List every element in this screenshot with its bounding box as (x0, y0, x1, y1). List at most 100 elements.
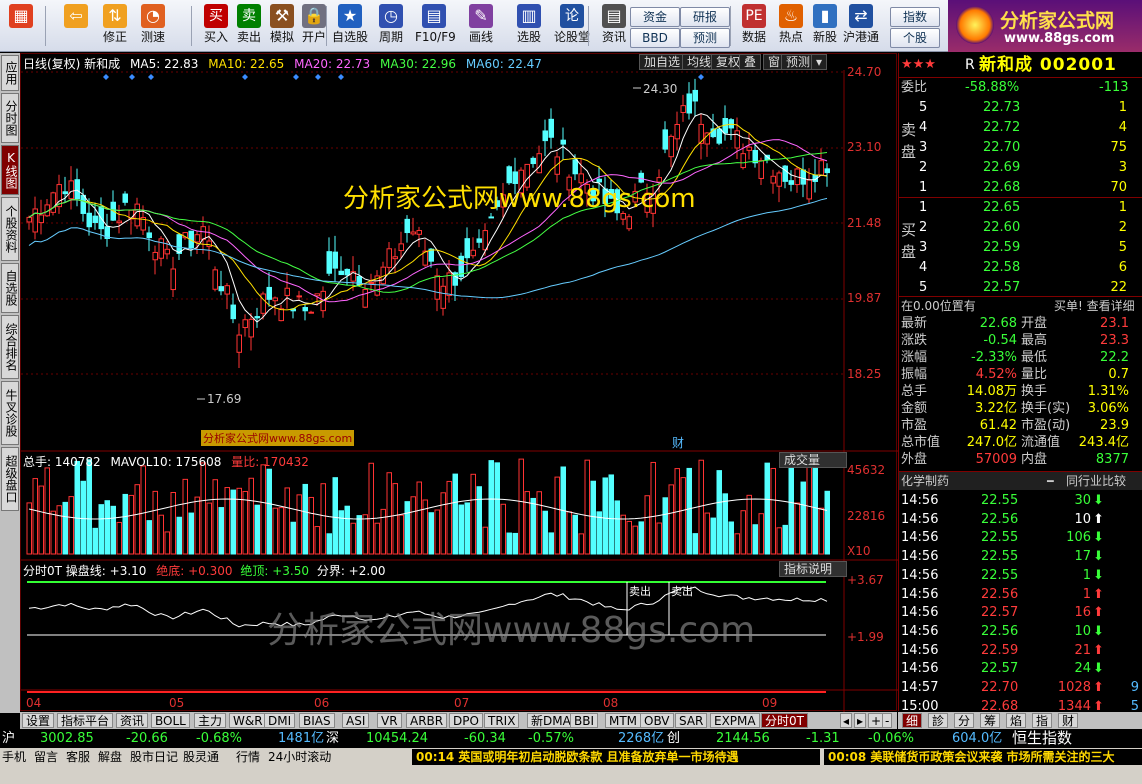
order-book-row[interactable]: 1 22.68 70 (899, 178, 1142, 197)
candle-body (734, 130, 740, 149)
position-info-text: 在0.00位置有 (901, 299, 976, 313)
quote-tab[interactable]: 焰 (1006, 713, 1027, 728)
quote-tab[interactable]: 診 (928, 713, 949, 728)
indicator-tab[interactable]: 分时0T (761, 713, 808, 728)
pencil-button[interactable]: ✎ 画线 (462, 3, 500, 49)
indicator-tab[interactable]: W&R (229, 713, 267, 728)
indicator-tab[interactable]: VR (377, 713, 402, 728)
detail-link[interactable]: 买单! 查看详细 (1054, 297, 1135, 316)
clock-button[interactable]: ◔ 测速 (134, 3, 172, 49)
candle-body (146, 232, 152, 239)
period-button[interactable]: ◷ 周期 (372, 3, 410, 49)
back-arrow-button[interactable]: ⇦ (57, 3, 95, 49)
news-item[interactable]: 00:08 美联储货币政策会议来袭 市场所需关注的三大 (824, 749, 1142, 765)
indicator-tab[interactable]: MTM (605, 713, 642, 728)
hot-button[interactable]: ♨ 热点 (772, 3, 810, 49)
indicator-tab[interactable]: SAR (675, 713, 708, 728)
menu-grid-button[interactable]: ▦ (2, 3, 40, 49)
indicator-tab[interactable]: ASI (342, 713, 370, 728)
stat-label: 最新 (901, 316, 928, 331)
menu-dash-icon[interactable]: ━ (1047, 472, 1054, 491)
adjust-button[interactable]: ⇅ 修正 (96, 3, 134, 49)
star-button[interactable]: ★ 自选股 (331, 3, 369, 49)
report-button[interactable]: 研报 (680, 7, 730, 27)
order-book-row[interactable]: 3 22.70 75 (899, 138, 1142, 157)
volume-dropdown[interactable]: 成交量 (779, 452, 847, 468)
indicator-tab[interactable]: DMI (264, 713, 296, 728)
quote-tab[interactable]: 筹 (980, 713, 1001, 728)
left-tab[interactable]: 牛叉诊股 (1, 381, 19, 445)
stat-label: 最低 (1021, 350, 1048, 365)
stat-value: 3.06% (1087, 401, 1129, 416)
news-tab[interactable]: 留言 (34, 748, 58, 766)
indicator-tab[interactable]: OBV (640, 713, 674, 728)
left-tab[interactable]: 分时图 (1, 93, 19, 143)
hk-index-name[interactable]: 恒生指数 (1012, 729, 1072, 748)
stock-button[interactable]: 个股 (890, 28, 940, 48)
indicator-tab[interactable]: BOLL (151, 713, 190, 728)
industry-compare-link[interactable]: 同行业比较 (1066, 472, 1126, 491)
indicator-tab[interactable]: TRIX (484, 713, 520, 728)
indicator-help-button[interactable]: 指标说明 (779, 561, 847, 577)
left-tab[interactable]: 自选股 (1, 263, 19, 313)
indicator-tab[interactable]: DPO (449, 713, 483, 728)
bbd-button[interactable]: BBD (630, 28, 680, 48)
news-tab[interactable]: 客服 (66, 748, 90, 766)
cy-index-amount: 604.0亿 (952, 731, 1003, 746)
forum-button[interactable]: 论论股堂 (553, 3, 591, 49)
indicator-tab[interactable]: 新DMA (527, 713, 575, 728)
left-tab[interactable]: 个股资料 (1, 197, 19, 261)
left-tab[interactable]: 超级盘口 (1, 447, 19, 511)
quote-tab[interactable]: 指 (1032, 713, 1053, 728)
volume-bar (464, 502, 470, 555)
news-tab[interactable]: 股市日记 (130, 748, 178, 766)
left-tab[interactable]: 应用 (1, 55, 19, 91)
quote-tab[interactable]: 细 (902, 713, 923, 728)
scroll-right-icon[interactable]: ▸ (854, 713, 867, 728)
volume-bar (74, 460, 80, 555)
news-item[interactable]: 00:14 英国或明年初启动脱欧条款 且准备放弃单一市场待遇 (412, 749, 820, 765)
news-tab[interactable]: 行情 (236, 748, 260, 766)
volume-bar (374, 522, 380, 555)
order-book-row[interactable]: 4 22.72 4 (899, 118, 1142, 137)
price-tick: 19.87 (847, 291, 882, 305)
indicator-tab[interactable]: BBI (570, 713, 599, 728)
phone-button[interactable]: ▮ 新股 (806, 3, 844, 49)
order-book-row[interactable]: 4 22.58 6 (899, 258, 1142, 277)
f10-button[interactable]: ▤ F10/F9 (415, 3, 456, 49)
news-tab[interactable]: 股灵通 (183, 748, 219, 766)
order-book-row[interactable]: 1 22.65 1 (899, 198, 1142, 217)
scroll-left-icon[interactable]: ◂ (840, 713, 853, 728)
news-tab[interactable]: 解盘 (98, 748, 122, 766)
quote-tab[interactable]: 财 (1058, 713, 1079, 728)
news-tab[interactable]: 手机 (2, 748, 26, 766)
news-tab[interactable]: 24小时滚动 (268, 748, 331, 766)
indicator-top: 绝顶: +3.50 (240, 564, 309, 578)
left-tab[interactable]: K线图 (1, 145, 19, 195)
indicator-tab[interactable]: 主力 (194, 713, 227, 728)
chart-select-button[interactable]: ▥ 选股 (510, 3, 548, 49)
volume-bar (680, 477, 686, 555)
indicator-tab[interactable]: 资讯 (116, 713, 149, 728)
index-button[interactable]: 指数 (890, 7, 940, 27)
indicator-tab[interactable]: BIAS (299, 713, 335, 728)
indicator-tab[interactable]: 指标平台 (57, 713, 114, 728)
doc-button[interactable]: ▤ 资讯 (595, 3, 633, 49)
lock-button[interactable]: 🔒 开户 (295, 3, 333, 49)
order-book-row[interactable]: 5 22.57 22 (899, 278, 1142, 297)
left-tab[interactable]: 综合排名 (1, 315, 19, 379)
order-book-row[interactable]: 3 22.59 5 (899, 238, 1142, 257)
zoom-out-icon[interactable]: - (882, 713, 893, 728)
order-book-row[interactable]: 5 22.73 1 (899, 98, 1142, 117)
sse-hk-button[interactable]: ⇄ 沪港通 (842, 3, 880, 49)
indicator-tab[interactable]: EXPMA (710, 713, 760, 728)
order-book-row[interactable]: 2 22.69 3 (899, 158, 1142, 177)
forecast-button[interactable]: 预测 (680, 28, 730, 48)
pe-button[interactable]: PE 数据 (735, 3, 773, 49)
quote-tab[interactable]: 分 (954, 713, 975, 728)
order-book-row[interactable]: 2 22.60 2 (899, 218, 1142, 237)
indicator-tab[interactable]: 设置 (22, 713, 55, 728)
indicator-tab[interactable]: ARBR (406, 713, 448, 728)
fund-button[interactable]: 资金 (630, 7, 680, 27)
finance-marker[interactable]: 财 (672, 434, 684, 451)
